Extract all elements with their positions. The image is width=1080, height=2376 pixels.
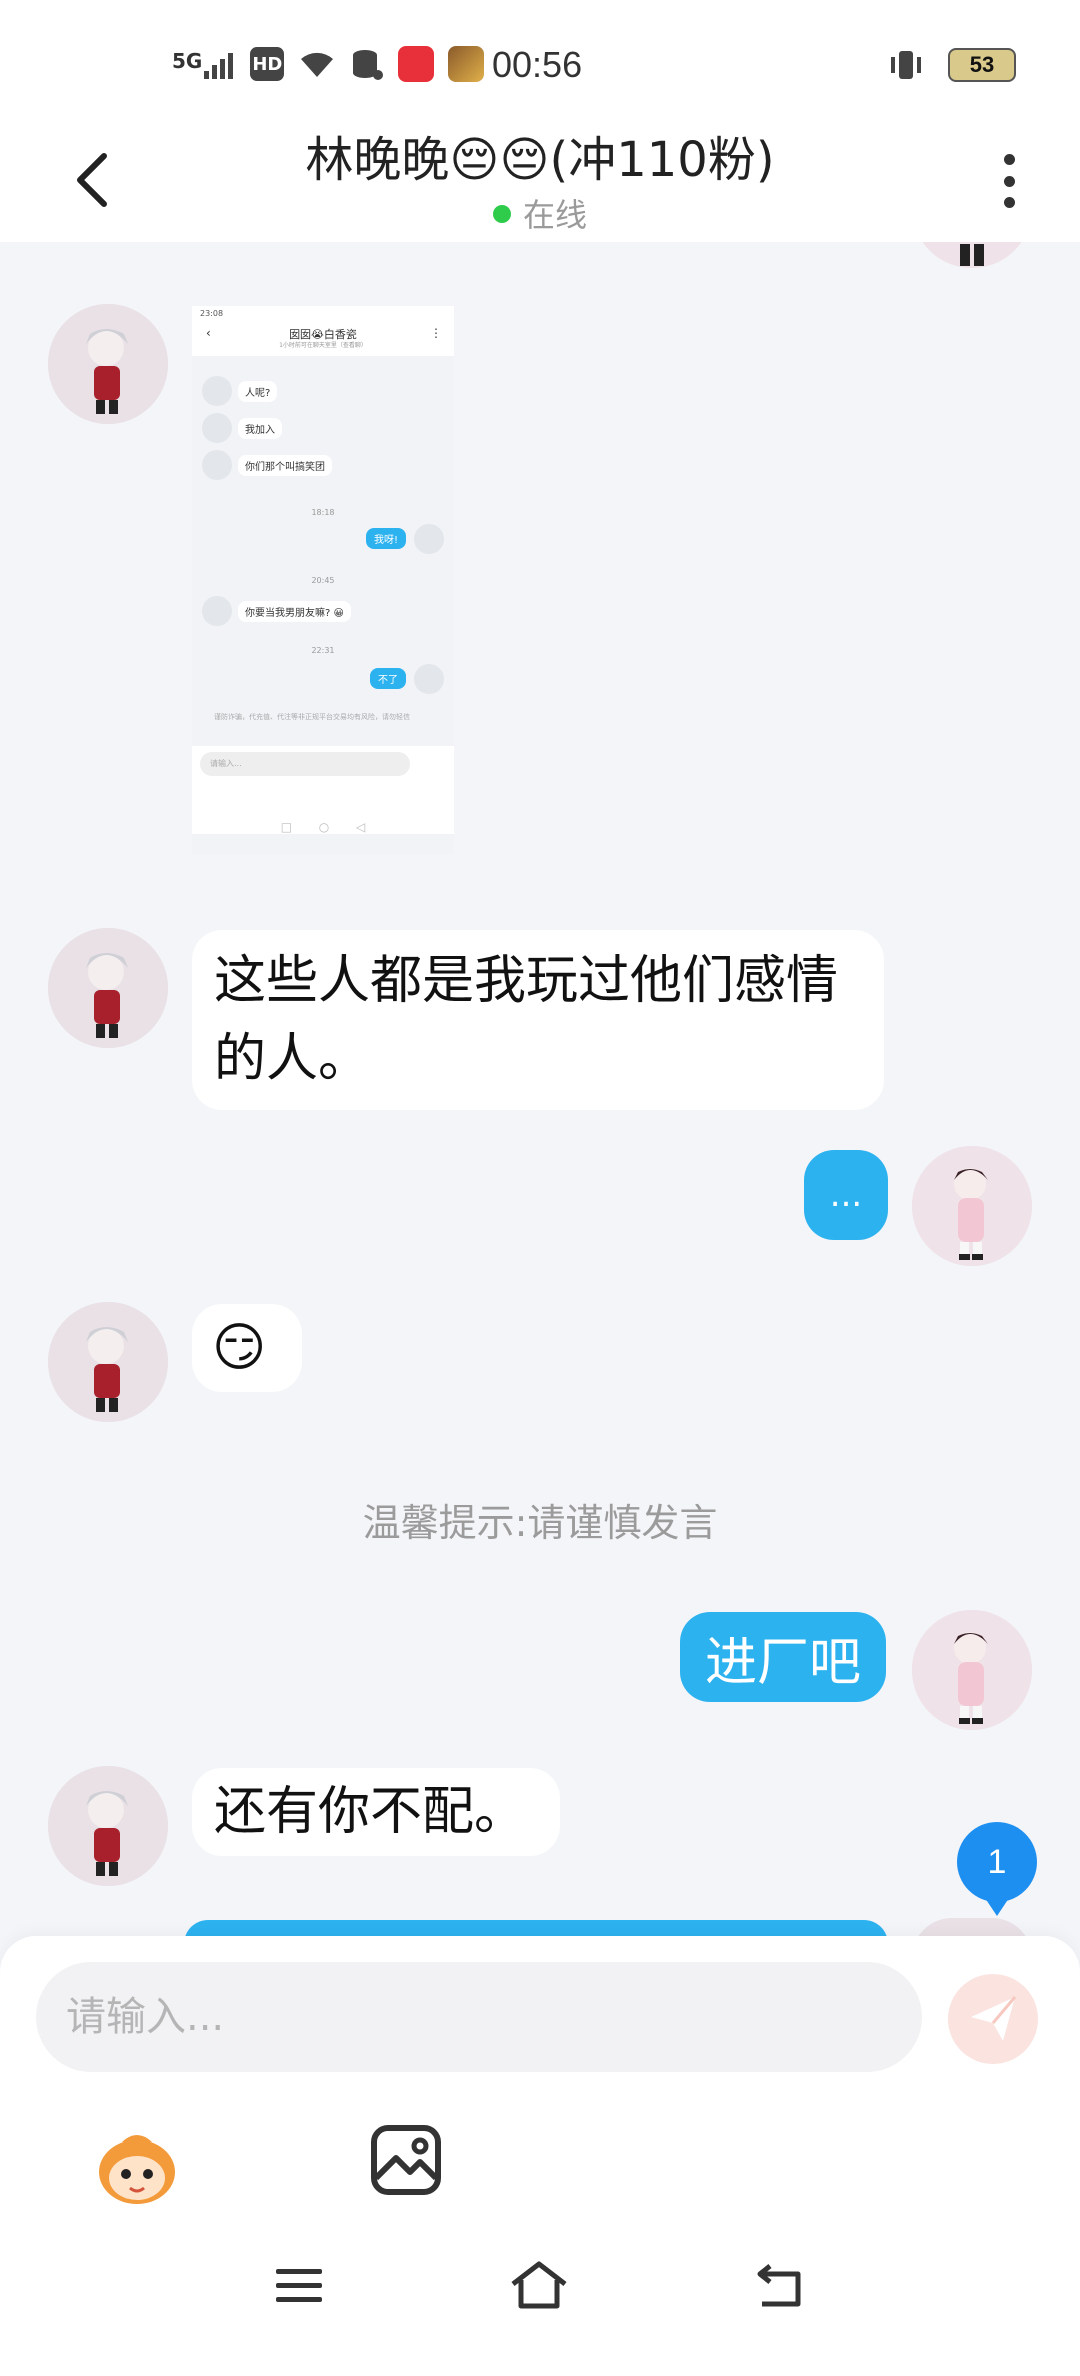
message-input[interactable] [36,1962,922,2072]
image-button[interactable] [366,2120,446,2200]
menu-icon [276,2269,322,2302]
app-notification-icon [398,46,435,82]
online-dot-icon [492,205,511,223]
wifi-icon [301,52,334,77]
message-bubble-outgoing[interactable]: 进厂吧 [680,1612,886,1702]
message-bubble-incoming[interactable]: 😏 [192,1304,302,1392]
more-options-button[interactable] [994,146,1024,216]
screenshot-back-icon: ‹ [206,326,211,340]
screenshot-header: 23:08 囡囡😭白香瓷 1小时前可在聊天室里（查看聊） ‹ ⋮ [192,306,454,356]
screenshot-more-icon: ⋮ [430,326,442,340]
chat-header: 林晚晚😔😔(冲110粉) 在线 [0,120,1080,242]
contact-avatar[interactable] [48,1302,168,1422]
clock: 00:56 [492,44,583,85]
send-button[interactable] [948,1974,1038,2064]
data-usage-icon [353,50,384,80]
battery-indicator: 53 [948,48,1016,82]
contact-avatar[interactable] [48,304,168,424]
cellular-signal-icon: 5G [172,49,236,79]
self-avatar[interactable] [912,1610,1032,1730]
game-notification-icon [448,46,485,82]
screenshot-nav: □ ○ ◁ [280,820,366,834]
self-avatar[interactable] [912,1146,1032,1266]
return-button[interactable] [746,2250,816,2320]
message-bubble-outgoing[interactable]: ... [804,1150,888,1240]
hd-icon: HD [250,47,285,81]
status-icons-left: 5G HD [172,46,485,82]
contact-avatar[interactable] [48,1766,168,1886]
online-status: 在线 [0,190,1080,236]
more-vertical-icon [1003,154,1015,165]
emoji-button[interactable] [92,2122,182,2212]
online-status-label: 在线 [522,196,587,234]
home-button[interactable] [504,2250,574,2320]
image-icon [371,2125,441,2195]
return-icon [757,2264,801,2307]
mascot-emoji-icon [99,2135,175,2204]
system-tip: 温馨提示:请谨慎发言 [362,1501,718,1545]
status-icons-right: 53 [886,48,1016,82]
contact-avatar[interactable] [48,928,168,1048]
unread-badge[interactable]: 1 [957,1822,1037,1916]
menu-button[interactable] [264,2250,334,2320]
message-bubble-incoming[interactable]: 这些人都是我玩过他们感情的人。 [192,930,884,1110]
status-bar: 5G HD 00:56 53 [0,0,1080,120]
chat-title: 林晚晚😔😔(冲110粉) [305,132,775,188]
message-bubble-incoming[interactable]: 还有你不配。 [192,1768,560,1856]
system-nav-bar [0,2250,1080,2376]
send-icon [971,1996,1017,2041]
shared-screenshot-image[interactable]: 23:08 囡囡😭白香瓷 1小时前可在聊天室里（查看聊） ‹ ⋮ 人呢? 我加入… [192,306,454,854]
vibrate-icon [891,51,921,79]
home-icon [511,2261,567,2309]
